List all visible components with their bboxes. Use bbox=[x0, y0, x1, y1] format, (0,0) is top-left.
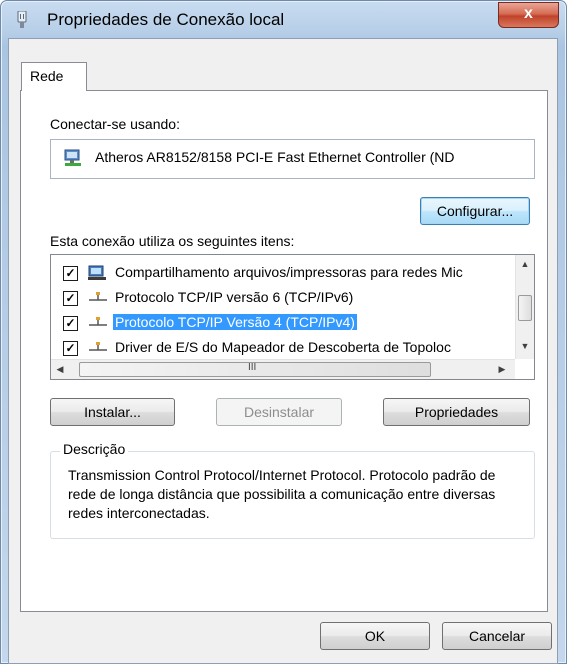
scroll-down-icon[interactable]: ▼ bbox=[519, 341, 531, 351]
components-list[interactable]: ✓ Compartilhamento arquivos/impressoras … bbox=[50, 254, 535, 380]
tab-label: Rede bbox=[30, 68, 64, 84]
horizontal-scroll-thumb[interactable]: III bbox=[79, 362, 431, 377]
ok-button[interactable]: OK bbox=[320, 622, 430, 650]
list-item-selected[interactable]: ✓ Protocolo TCP/IP Versão 4 (TCP/IPv4) bbox=[51, 311, 511, 336]
network-card-icon bbox=[64, 149, 81, 166]
title-bar[interactable]: Propriedades de Conexão local x bbox=[1, 1, 566, 39]
connect-using-label: Conectar-se usando: bbox=[50, 116, 180, 132]
adapter-field: Atheros AR8152/8158 PCI-E Fast Ethernet … bbox=[50, 139, 535, 179]
item-label: Driver de E/S do Mapeador de Descoberta … bbox=[115, 339, 451, 355]
install-label: Instalar... bbox=[84, 404, 141, 420]
description-title: Descrição bbox=[60, 441, 129, 457]
item-label: Protocolo TCP/IP Versão 4 (TCP/IPv4) bbox=[113, 314, 357, 330]
item-checkbox[interactable]: ✓ bbox=[63, 316, 78, 331]
close-icon: x bbox=[524, 5, 533, 22]
item-checkbox[interactable]: ✓ bbox=[63, 341, 78, 356]
properties-label: Propriedades bbox=[414, 404, 499, 420]
item-label: Protocolo TCP/IP versão 6 (TCP/IPv6) bbox=[115, 289, 354, 305]
uninstall-label: Desinstalar bbox=[243, 404, 315, 420]
adapter-name: Atheros AR8152/8158 PCI-E Fast Ethernet … bbox=[95, 149, 455, 165]
list-item[interactable]: ✓ Driver de E/S do Mapeador de Descobert… bbox=[51, 336, 511, 361]
list-item[interactable]: ✓ Protocolo TCP/IP versão 6 (TCP/IPv6) bbox=[51, 286, 511, 311]
protocol-icon bbox=[89, 292, 107, 301]
window-title: Propriedades de Conexão local bbox=[47, 10, 285, 29]
item-label: Compartilhamento arquivos/impressoras pa… bbox=[115, 264, 463, 280]
item-checkbox[interactable]: ✓ bbox=[63, 266, 78, 281]
cancel-label: Cancelar bbox=[468, 628, 526, 644]
configure-label: Configurar... bbox=[436, 203, 514, 219]
properties-button[interactable]: Propriedades bbox=[383, 398, 530, 426]
scroll-right-icon[interactable]: ▶ bbox=[497, 364, 507, 375]
item-checkbox[interactable]: ✓ bbox=[63, 291, 78, 306]
uninstall-button[interactable]: Desinstalar bbox=[216, 398, 342, 426]
scroll-left-icon[interactable]: ◀ bbox=[55, 364, 65, 375]
items-label: Esta conexão utiliza os seguintes itens: bbox=[50, 233, 295, 249]
install-button[interactable]: Instalar... bbox=[50, 398, 175, 426]
vertical-scrollbar[interactable]: ▲ ▼ bbox=[515, 255, 534, 359]
vertical-scroll-thumb[interactable] bbox=[518, 295, 532, 321]
description-text: Transmission Control Protocol/Internet P… bbox=[68, 467, 496, 521]
network-adapter-icon bbox=[17, 11, 27, 28]
horizontal-scrollbar[interactable]: ◀ III ▶ bbox=[51, 359, 515, 379]
network-service-icon bbox=[88, 265, 106, 280]
protocol-icon bbox=[89, 342, 107, 351]
configure-button[interactable]: Configurar... bbox=[420, 197, 530, 225]
close-button[interactable]: x bbox=[498, 2, 559, 28]
scroll-up-icon[interactable]: ▲ bbox=[519, 259, 531, 269]
list-item[interactable]: ✓ Compartilhamento arquivos/impressoras … bbox=[51, 261, 511, 286]
tab-rede[interactable]: Rede bbox=[21, 62, 87, 91]
ok-label: OK bbox=[364, 628, 386, 644]
protocol-icon bbox=[89, 317, 107, 326]
scroll-grip-icon: III bbox=[248, 362, 257, 373]
cancel-button[interactable]: Cancelar bbox=[442, 622, 552, 650]
